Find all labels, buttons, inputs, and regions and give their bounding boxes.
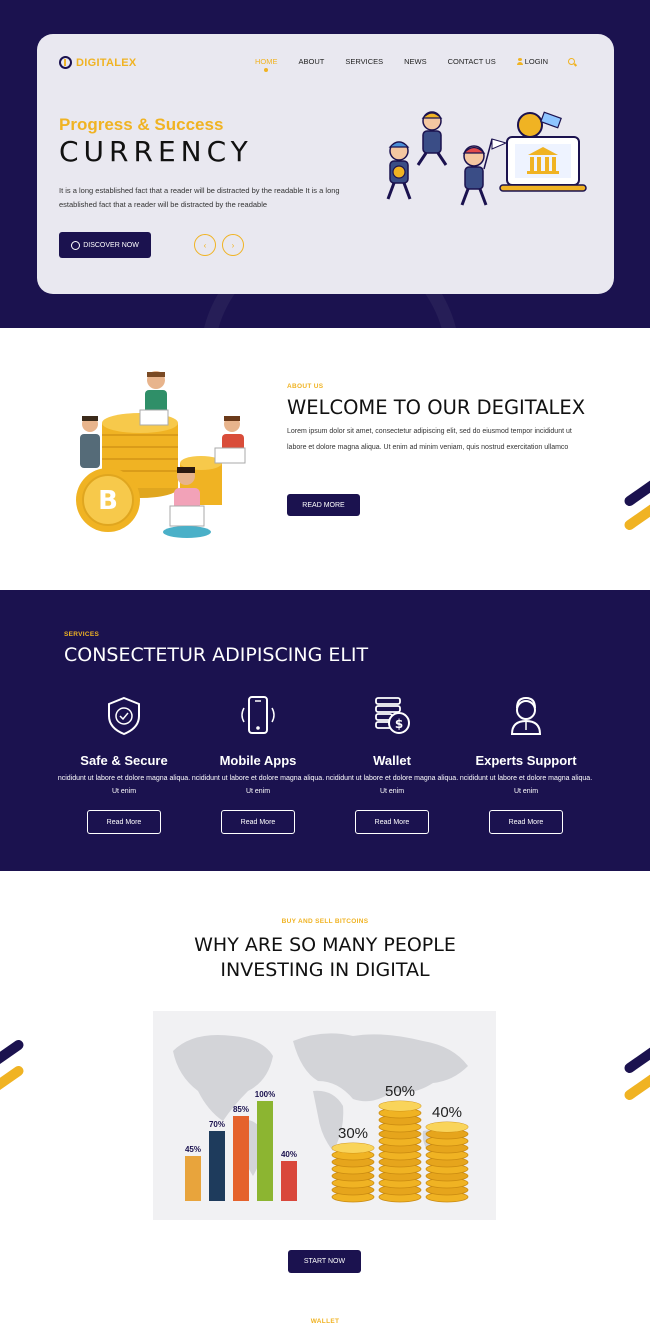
chart-bar [185, 1156, 201, 1201]
service-card-support: Experts Support ncididunt ut labore et d… [456, 694, 596, 834]
coin-top [426, 1122, 468, 1132]
user-icon [516, 58, 523, 65]
hero-illustration [386, 111, 587, 206]
hero-description: It is a long established fact that a rea… [59, 186, 340, 209]
why-title: WHY ARE SO MANY PEOPLE INVESTING IN DIGI… [0, 933, 650, 983]
decorative-stripe [622, 478, 650, 508]
logo-text: DIGITALEX [76, 56, 137, 69]
services-title: CONSECTETUR ADIPISCING ELIT [64, 644, 369, 666]
coin-stack [331, 1142, 375, 1203]
investment-chart-graphic: 45% 70% 85% 100% 40% 30% 50% 40% [153, 1011, 496, 1220]
support-agent-icon [510, 696, 542, 735]
coin-stack [378, 1100, 422, 1203]
discover-label: DISCOVER NOW [83, 241, 139, 249]
service-desc: ncididunt ut labore et dolore magna aliq… [57, 775, 191, 795]
service-read-more-button[interactable]: Read More [87, 810, 161, 834]
read-more-button[interactable]: READ MORE [287, 494, 360, 516]
nav-services[interactable]: SERVICES [345, 57, 383, 66]
hero-card: DIGITALEX HOME ABOUT SERVICES NEWS CONTA… [37, 34, 614, 294]
decorative-stripe [0, 1064, 26, 1094]
chart-bar [257, 1101, 273, 1201]
coin-stack-label: 50% [385, 1083, 415, 1100]
service-name: Wallet [373, 753, 411, 768]
why-title-line-1: WHY ARE SO MANY PEOPLE [194, 934, 456, 956]
start-now-button[interactable]: START NOW [288, 1250, 361, 1273]
coin-stack-label: 40% [432, 1104, 462, 1121]
svg-text:$: $ [395, 717, 403, 731]
slider-prev-button[interactable]: ‹ [194, 234, 216, 256]
nav-home[interactable]: HOME [255, 57, 278, 72]
bar-value-label: 85% [233, 1105, 249, 1114]
service-read-more-button[interactable]: Read More [489, 810, 563, 834]
why-label: BUY AND SELL BITCOINS [281, 918, 369, 925]
wallet-label: WALLET [310, 1318, 340, 1325]
service-desc: ncididunt ut labore et dolore magna aliq… [325, 775, 459, 795]
service-read-more-button[interactable]: Read More [221, 810, 295, 834]
nav-news[interactable]: NEWS [404, 57, 427, 66]
nav-about[interactable]: ABOUT [299, 57, 325, 66]
service-card-mobile: Mobile Apps ncididunt ut labore et dolor… [188, 694, 328, 834]
hero-title: CURRENCY [59, 135, 253, 168]
coin-stack [425, 1121, 469, 1203]
bar-value-label: 70% [209, 1120, 225, 1129]
coin-top [379, 1101, 421, 1111]
logo[interactable]: DIGITALEX [59, 56, 137, 69]
logo-icon [59, 56, 72, 69]
service-card-safe: Safe & Secure ncididunt ut labore et dol… [54, 694, 194, 834]
bitcoin-symbol: B [98, 486, 118, 516]
search-icon[interactable] [568, 58, 576, 65]
service-name: Safe & Secure [80, 753, 168, 768]
slider-next-button[interactable]: › [222, 234, 244, 256]
about-illustration: B [76, 371, 246, 538]
service-name: Mobile Apps [219, 753, 297, 768]
login-link[interactable]: LOGIN [516, 57, 549, 66]
about-title: WELCOME TO OUR DEGITALEX [287, 396, 586, 419]
bar-series: 45% 70% 85% 100% 40% [185, 1090, 297, 1201]
chart-bar [233, 1116, 249, 1201]
bar-value-label: 45% [185, 1145, 201, 1154]
smartphone-icon [241, 696, 275, 734]
coin-top [332, 1143, 374, 1153]
decorative-stripe [0, 1038, 26, 1068]
discover-now-button[interactable]: DISCOVER NOW [59, 232, 151, 258]
services-label: SERVICES [64, 631, 100, 638]
service-card-wallet: $ Wallet ncididunt ut labore et dolore m… [322, 694, 462, 834]
chart-bar [281, 1161, 297, 1201]
nav-contact[interactable]: CONTACT US [448, 57, 496, 66]
hero-subtitle: Progress & Success [59, 115, 224, 134]
chevron-right-icon: › [231, 240, 235, 250]
logo-icon [71, 240, 81, 250]
shield-icon [108, 696, 140, 736]
login-label: LOGIN [524, 57, 549, 66]
service-desc: ncididunt ut labore et dolore magna aliq… [191, 775, 325, 795]
service-name: Experts Support [475, 753, 577, 768]
chevron-left-icon: ‹ [203, 240, 207, 250]
hero-section: DIGITALEX HOME ABOUT SERVICES NEWS CONTA… [0, 0, 650, 328]
service-desc: ncididunt ut labore et dolore magna aliq… [459, 775, 593, 795]
service-read-more-button[interactable]: Read More [355, 810, 429, 834]
investment-chart: 45% 70% 85% 100% 40% 30% 50% 40% [173, 1033, 469, 1203]
main-nav: HOME ABOUT SERVICES NEWS CONTACT US LOGI… [255, 57, 576, 72]
about-text: Lorem ipsum dolor sit amet, consectetur … [287, 428, 572, 451]
coin-stack-series: 30% 50% 40% [331, 1083, 469, 1203]
bar-value-label: 100% [255, 1090, 275, 1099]
chart-bar [209, 1131, 225, 1201]
coins-icon: $ [375, 697, 410, 734]
decorative-stripe [622, 1072, 650, 1102]
why-title-line-2: INVESTING IN DIGITAL [220, 959, 430, 981]
bar-value-label: 40% [281, 1150, 297, 1159]
coin-stack-label: 30% [338, 1125, 368, 1142]
decorative-stripe [622, 1045, 650, 1075]
about-label: ABOUT US [287, 383, 324, 390]
services-section: SERVICES CONSECTETUR ADIPISCING ELIT Saf… [0, 590, 650, 871]
decorative-stripe [622, 502, 650, 532]
